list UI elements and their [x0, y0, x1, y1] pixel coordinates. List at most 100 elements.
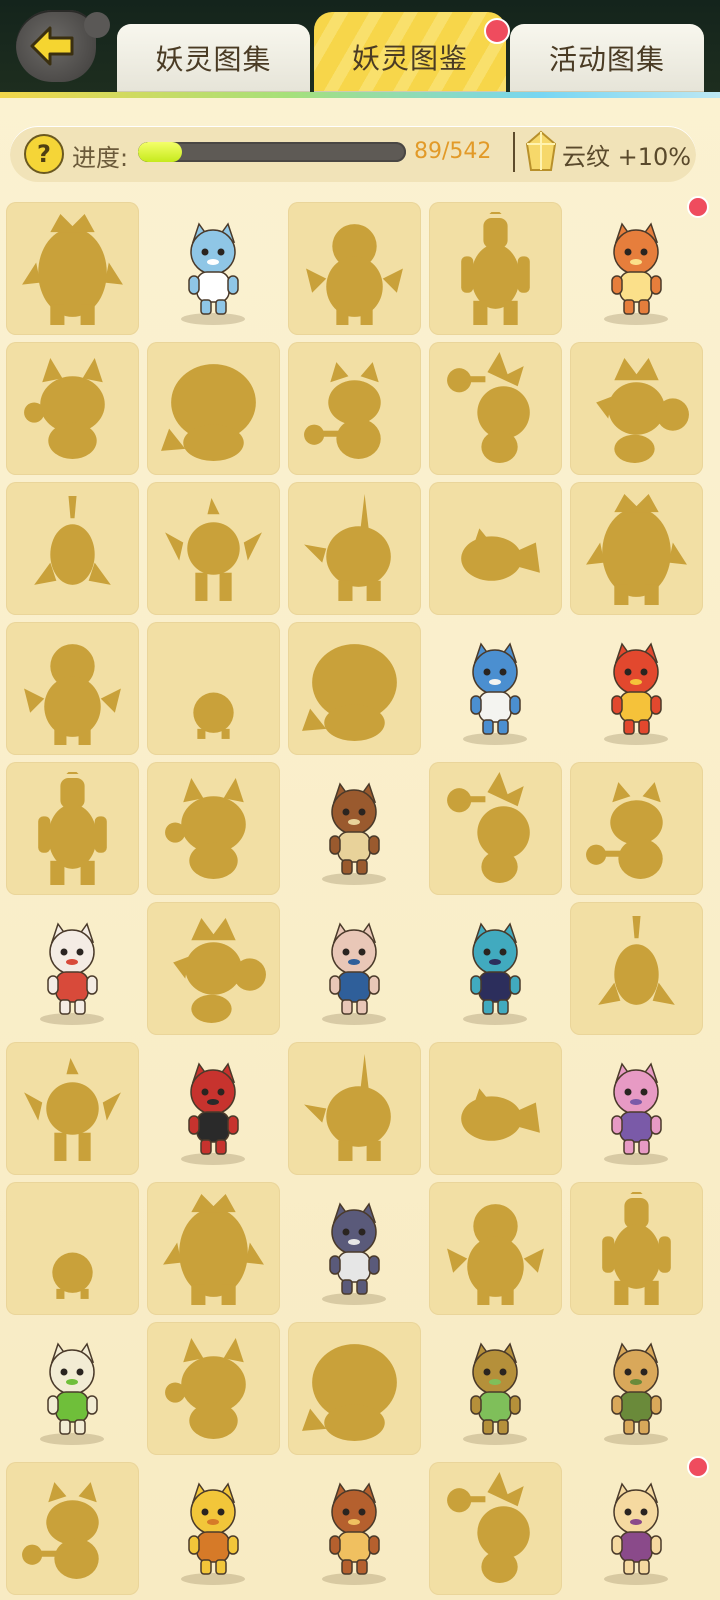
new-badge-dot: [687, 196, 709, 218]
cloud-pattern-crystal-icon: [524, 130, 558, 174]
locked-yaoling-card[interactable]: [6, 482, 139, 615]
monster-silhouette-icon: [20, 1472, 125, 1585]
new-badge-dot: [687, 1456, 709, 1478]
locked-yaoling-card[interactable]: [570, 762, 703, 895]
unlocked-yaoling-card[interactable]: [570, 622, 703, 755]
help-icon[interactable]: ?: [24, 134, 64, 174]
locked-yaoling-card[interactable]: [288, 622, 421, 755]
monster-silhouette-icon: [20, 767, 125, 885]
top-bar: 妖灵图集 妖灵图鉴 活动图集: [0, 0, 720, 96]
monster-silhouette-icon: [161, 492, 266, 605]
monster-silhouette-icon: [302, 492, 407, 605]
unlocked-yaoling-card[interactable]: [288, 1462, 421, 1595]
locked-yaoling-card[interactable]: [570, 902, 703, 1035]
monster-silhouette-icon: [302, 212, 407, 325]
cream-cat-character-icon: [590, 1476, 683, 1584]
tab-event-atlas[interactable]: 活动图集: [510, 24, 704, 92]
locked-yaoling-card[interactable]: [429, 202, 562, 335]
monster-silhouette-icon: [584, 1187, 689, 1305]
locked-yaoling-card[interactable]: [570, 1182, 703, 1315]
unlocked-yaoling-card[interactable]: [288, 902, 421, 1035]
tab-yaoling-handbook[interactable]: 妖灵图鉴: [314, 12, 506, 92]
axe-wood-golem-character-icon: [590, 1336, 683, 1444]
unlocked-yaoling-card[interactable]: [570, 1322, 703, 1455]
monster-silhouette-icon: [161, 912, 266, 1025]
red-panda-character-icon: [590, 216, 683, 324]
golden-duck-character-icon: [167, 1476, 260, 1584]
locked-yaoling-card[interactable]: [6, 342, 139, 475]
unlocked-yaoling-card[interactable]: [147, 1042, 280, 1175]
locked-yaoling-card[interactable]: [288, 1322, 421, 1455]
horned-warrior-character-icon: [308, 1476, 401, 1584]
unlocked-yaoling-card[interactable]: [429, 902, 562, 1035]
white-fox-character-icon: [26, 916, 119, 1024]
unlocked-yaoling-card[interactable]: [570, 1042, 703, 1175]
monster-silhouette-icon: [20, 1192, 125, 1305]
unlocked-yaoling-card[interactable]: [6, 1322, 139, 1455]
locked-yaoling-card[interactable]: [6, 1182, 139, 1315]
locked-yaoling-card[interactable]: [6, 202, 139, 335]
blue-wolf-character-icon: [167, 216, 260, 324]
monster-silhouette-icon: [443, 772, 548, 885]
help-symbol: ?: [37, 140, 51, 168]
monster-silhouette-icon: [20, 492, 125, 605]
bamboo-drum-character-icon: [449, 1336, 542, 1444]
monster-silhouette-icon: [443, 1192, 548, 1305]
monster-silhouette-icon: [20, 212, 125, 325]
frog-staff-character-icon: [449, 636, 542, 744]
locked-yaoling-card[interactable]: [570, 342, 703, 475]
locked-yaoling-card[interactable]: [6, 1042, 139, 1175]
locked-yaoling-card[interactable]: [147, 482, 280, 615]
monster-silhouette-icon: [20, 352, 125, 465]
locked-yaoling-card[interactable]: [147, 1182, 280, 1315]
locked-yaoling-card[interactable]: [429, 1042, 562, 1175]
locked-yaoling-card[interactable]: [288, 342, 421, 475]
unlocked-yaoling-card[interactable]: [6, 902, 139, 1035]
locked-yaoling-card[interactable]: [429, 482, 562, 615]
monster-silhouette-icon: [443, 492, 548, 605]
locked-yaoling-card[interactable]: [429, 342, 562, 475]
unlocked-yaoling-card[interactable]: [147, 1462, 280, 1595]
tab-notification-dot: [484, 18, 510, 44]
locked-yaoling-card[interactable]: [147, 902, 280, 1035]
tab-underline-strip: [0, 92, 720, 98]
unlocked-yaoling-card[interactable]: [147, 202, 280, 335]
monster-silhouette-icon: [584, 772, 689, 885]
locked-yaoling-card[interactable]: [6, 622, 139, 755]
monster-silhouette-icon: [302, 352, 407, 465]
locked-yaoling-card[interactable]: [429, 1462, 562, 1595]
mouse-girl-character-icon: [167, 1056, 260, 1164]
monster-silhouette-icon: [584, 352, 689, 465]
monster-silhouette-icon: [161, 632, 266, 745]
locked-yaoling-card[interactable]: [147, 762, 280, 895]
bonus-text: 云纹 +10%: [562, 143, 692, 171]
unlocked-yaoling-card[interactable]: [429, 1322, 562, 1455]
tab-yaoling-atlas[interactable]: 妖灵图集: [117, 24, 310, 92]
locked-yaoling-card[interactable]: [429, 762, 562, 895]
monster-silhouette-icon: [584, 912, 689, 1025]
unlocked-yaoling-card[interactable]: [429, 622, 562, 755]
unlocked-yaoling-card[interactable]: [288, 1182, 421, 1315]
locked-yaoling-card[interactable]: [288, 1042, 421, 1175]
tab-label: 妖灵图集: [155, 43, 272, 76]
monster-silhouette-icon: [161, 352, 266, 465]
unlocked-yaoling-card[interactable]: [570, 196, 709, 335]
locked-yaoling-card[interactable]: [429, 1182, 562, 1315]
locked-yaoling-card[interactable]: [288, 482, 421, 615]
locked-yaoling-card[interactable]: [147, 622, 280, 755]
tab-label: 妖灵图鉴: [351, 42, 468, 75]
sprout-radish-character-icon: [26, 1336, 119, 1444]
monster-silhouette-icon: [161, 772, 266, 885]
unlocked-yaoling-card[interactable]: [288, 762, 421, 895]
locked-yaoling-card[interactable]: [288, 202, 421, 335]
acorn-warrior-character-icon: [308, 776, 401, 884]
locked-yaoling-card[interactable]: [147, 342, 280, 475]
back-button[interactable]: [16, 10, 110, 82]
locked-yaoling-card[interactable]: [147, 1322, 280, 1455]
locked-yaoling-card[interactable]: [570, 482, 703, 615]
locked-yaoling-card[interactable]: [6, 762, 139, 895]
monster-silhouette-icon: [302, 632, 407, 745]
unlocked-yaoling-card[interactable]: [570, 1456, 709, 1595]
locked-yaoling-card[interactable]: [6, 1462, 139, 1595]
monster-silhouette-icon: [302, 1052, 407, 1165]
